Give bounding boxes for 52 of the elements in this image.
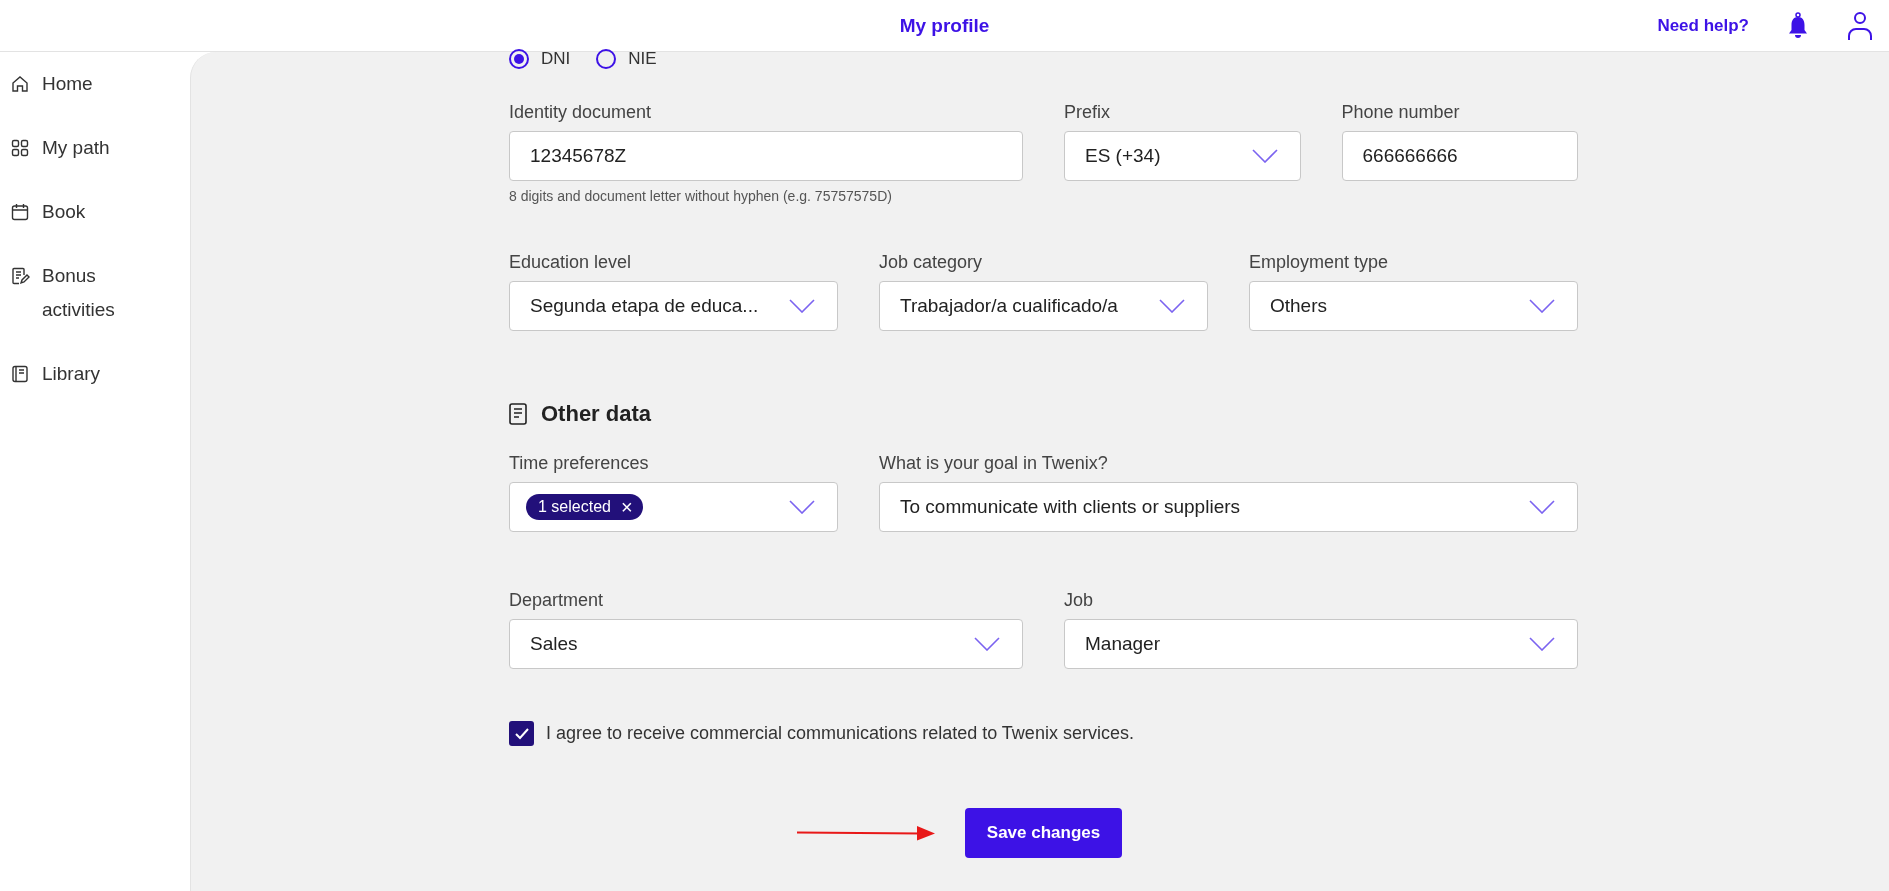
sidebar-item[interactable]: Home [0, 52, 190, 116]
sidebar-item[interactable]: Library [0, 342, 190, 406]
field-label: Prefix [1064, 102, 1111, 123]
field-hint: 8 digits and document letter without hyphen (e.g. 75757575D) [509, 188, 893, 204]
field-label: Identity document [509, 102, 653, 123]
dropdown[interactable]: Sales [509, 619, 1023, 669]
sidebar-item[interactable]: Book [0, 180, 190, 244]
document-icon [509, 403, 527, 425]
chevron-down-icon [1529, 500, 1555, 514]
selection-chip[interactable]: 1 selected × [526, 494, 643, 520]
user-icon[interactable] [1847, 11, 1873, 41]
field-label: Time preferences [509, 453, 650, 474]
checkbox[interactable] [509, 721, 534, 746]
calendar-icon [10, 202, 30, 222]
radio-option[interactable]: NIE [596, 48, 657, 70]
sidebar-item[interactable]: My path [0, 116, 190, 180]
text-field[interactable]: 12345678Z [509, 131, 1023, 181]
help-link[interactable]: Need help? [1657, 16, 1749, 36]
chevron-down-icon [974, 637, 1000, 651]
dropdown[interactable]: ES (+34) [1064, 131, 1301, 181]
checkmark-icon [513, 726, 530, 741]
chevron-down-icon [1529, 299, 1555, 313]
chevron-down-icon [1159, 299, 1185, 313]
dropdown[interactable]: Segunda etapa de educa... [509, 281, 838, 331]
book-icon [10, 364, 30, 384]
field-label: Employment type [1249, 252, 1390, 273]
dropdown[interactable]: Others [1249, 281, 1578, 331]
dropdown[interactable]: To communicate with clients or suppliers [879, 482, 1578, 532]
save-button[interactable]: Save changes [965, 808, 1122, 858]
notification-bell-icon[interactable] [1787, 12, 1809, 40]
field-label: What is your goal in Twenix? [879, 453, 1109, 474]
radio-option[interactable]: DNI [509, 48, 571, 70]
page-title: My profile [899, 14, 990, 37]
field-label: Department [509, 590, 605, 611]
sidebar-item[interactable]: Bonus activities [0, 244, 190, 342]
field-label: Education level [509, 252, 633, 273]
dropdown[interactable]: Manager [1064, 619, 1578, 669]
field-label: Job category [879, 252, 984, 273]
grid-icon [10, 138, 30, 158]
field-label: Job [1064, 590, 1095, 611]
chevron-down-icon [1251, 149, 1278, 163]
chevron-down-icon [789, 299, 815, 313]
section-heading: Other data [541, 401, 652, 427]
dropdown[interactable]: Trabajador/a cualificado/a [879, 281, 1208, 331]
chevron-down-icon [1529, 637, 1555, 651]
document-pencil-icon [10, 266, 30, 286]
multi-select-dropdown[interactable]: 1 selected × [509, 482, 838, 532]
chevron-down-icon [789, 500, 815, 514]
field-label: Phone number [1341, 102, 1461, 123]
home-icon [10, 74, 30, 94]
text-field[interactable]: 666666666 [1341, 131, 1578, 181]
consent-label: I agree to receive commercial communications related to Twenix services. [546, 723, 1134, 744]
